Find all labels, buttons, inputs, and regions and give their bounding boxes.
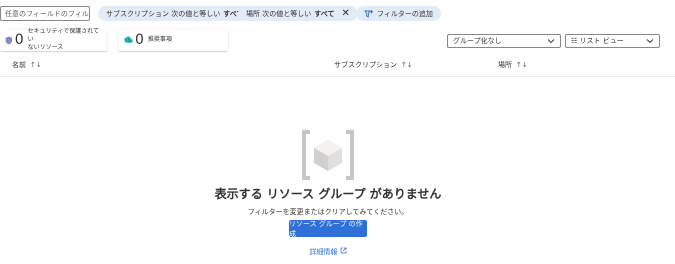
create-resource-group-button[interactable]: リソース グループ の作成: [289, 220, 367, 238]
add-filter-label: フィルターの追加: [377, 9, 433, 18]
chevron-down-icon: [547, 39, 555, 44]
sort-icon: ↑↓: [30, 61, 42, 69]
unsecured-count: 0: [14, 32, 24, 48]
learn-more-link[interactable]: 詳細情報: [0, 247, 656, 257]
column-subscription-label: サブスクリプション: [334, 61, 397, 69]
location-filter-value: すべて: [314, 9, 335, 18]
recommendations-count: 0: [135, 32, 144, 48]
add-filter-button[interactable]: フィルターの追加: [356, 6, 441, 21]
column-name-label: 名前: [12, 61, 26, 69]
subscription-filter-pill[interactable]: サブスクリプション 次の値と等しい すべて: [98, 6, 252, 21]
shield-icon: [5, 36, 13, 44]
grouping-value: グループ化なし: [453, 37, 502, 45]
empty-state-title: 表示する リソース グループ がありません: [214, 187, 442, 201]
unsecured-resources-card[interactable]: 0 セキュリティで保護されてい ないリソース: [0, 28, 107, 51]
empty-state-description: フィルターを変更またはクリアしてみてください。: [247, 208, 409, 216]
sort-icon: ↑↓: [516, 61, 528, 69]
learn-more-label: 詳細情報: [309, 248, 338, 256]
recommendation-icon: [124, 36, 133, 43]
column-header-name[interactable]: 名前 ↑↓: [12, 60, 42, 70]
column-header-location[interactable]: 場所 ↑↓: [498, 60, 528, 70]
resource-group-icon: [302, 130, 354, 180]
unsecured-label: セキュリティで保護されてい ないリソース: [27, 28, 100, 51]
filter-input[interactable]: 任意のフィールドのフィルター...: [0, 6, 90, 21]
chevron-down-icon: [646, 39, 654, 44]
view-value: ☷ リスト ビュー: [571, 37, 624, 45]
external-link-icon: [340, 247, 346, 254]
column-location-label: 場所: [498, 61, 512, 69]
view-dropdown[interactable]: ☷ リスト ビュー: [565, 34, 660, 48]
recommendations-card[interactable]: 0 推奨事項: [118, 29, 228, 51]
location-filter-label: 場所 次の値と等しい: [246, 9, 312, 18]
location-filter-pill[interactable]: 場所 次の値と等しい すべて ✕: [238, 6, 358, 21]
grouping-dropdown[interactable]: グループ化なし: [447, 34, 561, 48]
add-filter-icon: [364, 9, 374, 18]
column-header-subscription[interactable]: サブスクリプション ↑↓: [334, 60, 413, 70]
subscription-filter-label: サブスクリプション 次の値と等しい: [106, 9, 221, 18]
sort-icon: ↑↓: [401, 61, 413, 69]
recommendations-label: 推奨事項: [147, 36, 172, 43]
header-divider: [0, 76, 675, 77]
close-icon[interactable]: ✕: [341, 8, 349, 19]
